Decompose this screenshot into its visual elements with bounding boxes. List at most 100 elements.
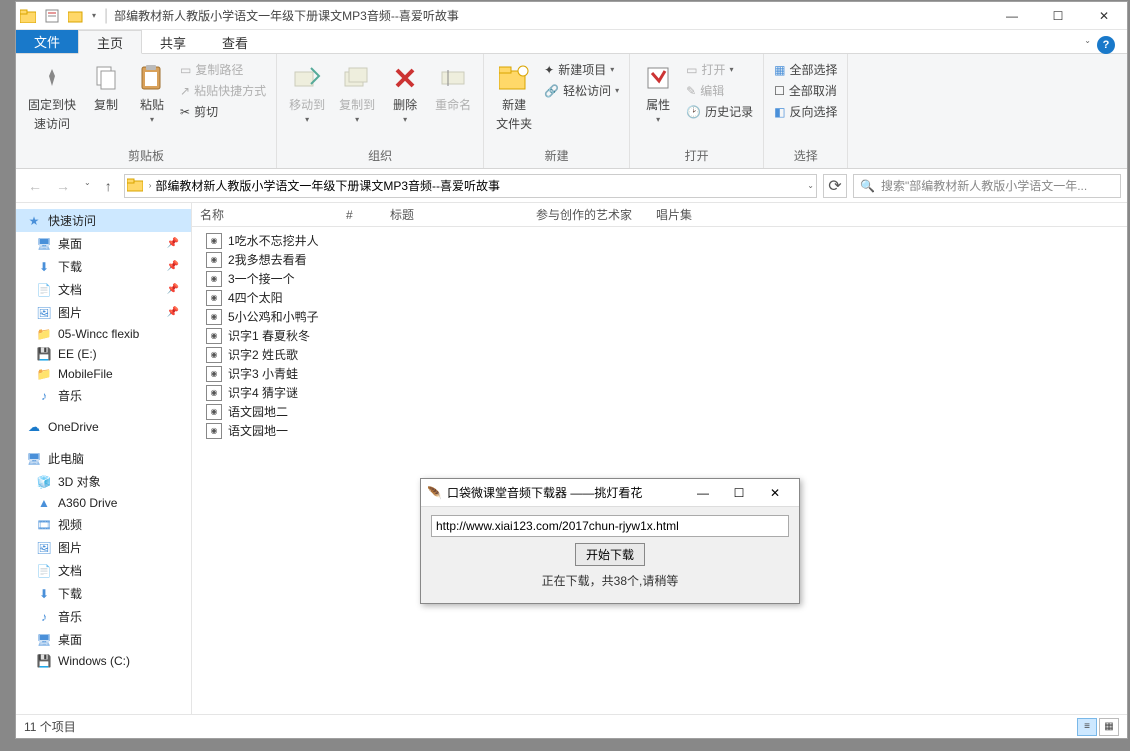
- qat-newfolder-icon[interactable]: [68, 8, 84, 24]
- newfolder-icon: [498, 62, 530, 94]
- col-artist[interactable]: 参与创作的艺术家: [528, 206, 648, 223]
- paste-shortcut-button[interactable]: ↗粘贴快捷方式: [176, 81, 270, 100]
- view-icons-button[interactable]: ▦: [1099, 718, 1119, 736]
- address-bar[interactable]: › 部编教材新人教版小学语文一年级下册课文MP3音频--喜爱听故事 ⌄: [124, 174, 817, 198]
- cut-button[interactable]: ✂剪切: [176, 102, 270, 121]
- sidebar-item[interactable]: 💾Windows (C:): [16, 651, 191, 671]
- audio-file-icon: ◉: [206, 252, 222, 268]
- sidebar-thispc[interactable]: 🖥此电脑: [16, 447, 191, 470]
- sidebar-item[interactable]: 📁MobileFile: [16, 364, 191, 384]
- view-details-button[interactable]: ≡: [1077, 718, 1097, 736]
- file-row[interactable]: ◉识字2 姓氏歌: [192, 345, 1127, 364]
- properties-icon: [642, 62, 674, 94]
- sidebar-item[interactable]: 📄文档📌: [16, 278, 191, 301]
- history-button[interactable]: 🕑历史记录: [682, 102, 757, 121]
- addr-dropdown-icon[interactable]: ⌄: [807, 181, 814, 190]
- refresh-button[interactable]: ⟳: [823, 174, 847, 198]
- col-title[interactable]: 标题: [382, 206, 528, 223]
- easy-access-button[interactable]: 🔗轻松访问▾: [540, 81, 623, 100]
- properties-button[interactable]: 属性▾: [636, 58, 680, 128]
- history-dropdown[interactable]: ⌄: [84, 178, 91, 194]
- search-box[interactable]: 🔍 搜索"部编教材新人教版小学语文一年...: [853, 174, 1121, 198]
- sidebar-item[interactable]: 🖼图片📌: [16, 301, 191, 324]
- file-row[interactable]: ◉语文园地二: [192, 402, 1127, 421]
- invert-selection-button[interactable]: ◧反向选择: [770, 102, 841, 121]
- dlg-close-button[interactable]: ✕: [757, 486, 793, 500]
- tab-share[interactable]: 共享: [142, 30, 204, 53]
- feather-icon: 🪶: [427, 486, 443, 500]
- file-row[interactable]: ◉识字3 小青蛙: [192, 364, 1127, 383]
- sidebar-item[interactable]: ⬇下载📌: [16, 255, 191, 278]
- invert-icon: ◧: [774, 105, 785, 119]
- sidebar-item[interactable]: ♪音乐: [16, 605, 191, 628]
- file-list[interactable]: ◉1吃水不忘挖井人◉2我多想去看看◉3一个接一个◉4四个太阳◉5小公鸡和小鸭子◉…: [192, 227, 1127, 714]
- tab-view[interactable]: 查看: [204, 30, 266, 53]
- edit-button[interactable]: ✎编辑: [682, 81, 757, 100]
- new-folder-button[interactable]: 新建文件夹: [490, 58, 538, 136]
- new-item-button[interactable]: ✦新建项目▾: [540, 60, 623, 79]
- sidebar-item[interactable]: ⬇下载: [16, 582, 191, 605]
- col-num[interactable]: #: [338, 208, 382, 222]
- item-icon: ♪: [36, 389, 52, 403]
- start-download-button[interactable]: 开始下载: [575, 543, 645, 566]
- nav-sidebar[interactable]: ★快速访问 🖥桌面📌⬇下载📌📄文档📌🖼图片📌📁05-Wincc flexib💾E…: [16, 203, 192, 714]
- sidebar-quickaccess[interactable]: ★快速访问: [16, 209, 191, 232]
- ribbon-collapse-icon[interactable]: ⌄: [1084, 36, 1091, 45]
- file-row[interactable]: ◉5小公鸡和小鸭子: [192, 307, 1127, 326]
- audio-file-icon: ◉: [206, 423, 222, 439]
- sidebar-item[interactable]: 🖼图片: [16, 536, 191, 559]
- select-none-button[interactable]: ☐全部取消: [770, 81, 841, 100]
- sidebar-onedrive[interactable]: ☁OneDrive: [16, 417, 191, 437]
- sidebar-item[interactable]: 💾EE (E:): [16, 344, 191, 364]
- copy-path-button[interactable]: ▭复制路径: [176, 60, 270, 79]
- file-row[interactable]: ◉3一个接一个: [192, 269, 1127, 288]
- up-button[interactable]: ↑: [105, 178, 112, 194]
- sidebar-item[interactable]: ▲A360 Drive: [16, 493, 191, 513]
- file-row[interactable]: ◉识字1 春夏秋冬: [192, 326, 1127, 345]
- item-icon: ♪: [36, 610, 52, 624]
- sidebar-item[interactable]: 🧊3D 对象: [16, 470, 191, 493]
- col-name[interactable]: 名称: [192, 206, 338, 223]
- file-row[interactable]: ◉4四个太阳: [192, 288, 1127, 307]
- rename-button[interactable]: 重命名: [429, 58, 477, 117]
- sidebar-item[interactable]: 📁05-Wincc flexib: [16, 324, 191, 344]
- sidebar-item[interactable]: 🖥桌面📌: [16, 232, 191, 255]
- file-row[interactable]: ◉识字4 猜字谜: [192, 383, 1127, 402]
- sidebar-item[interactable]: 🖥桌面: [16, 628, 191, 651]
- pc-icon: 🖥: [26, 452, 42, 466]
- pin-quickaccess-button[interactable]: 固定到快速访问: [22, 58, 82, 136]
- group-organize-label: 组织: [283, 145, 477, 166]
- file-row[interactable]: ◉1吃水不忘挖井人: [192, 231, 1127, 250]
- help-icon[interactable]: ?: [1097, 36, 1115, 54]
- qat-customize-icon[interactable]: ▾: [92, 11, 96, 20]
- select-all-button[interactable]: ▦全部选择: [770, 60, 841, 79]
- file-row[interactable]: ◉2我多想去看看: [192, 250, 1127, 269]
- copy-button[interactable]: 复制: [84, 58, 128, 117]
- item-icon: 🖼: [36, 306, 52, 320]
- minimize-button[interactable]: —: [989, 2, 1035, 30]
- forward-button[interactable]: →: [56, 178, 70, 194]
- dlg-minimize-button[interactable]: —: [685, 486, 721, 500]
- breadcrumb[interactable]: 部编教材新人教版小学语文一年级下册课文MP3音频--喜爱听故事: [155, 177, 500, 194]
- open-button[interactable]: ▭打开▾: [682, 60, 757, 79]
- sidebar-item[interactable]: 🎞视频: [16, 513, 191, 536]
- column-headers[interactable]: 名称 # 标题 参与创作的艺术家 唱片集: [192, 203, 1127, 227]
- copy-to-button[interactable]: 复制到▾: [333, 58, 381, 128]
- tab-file[interactable]: 文件: [16, 30, 78, 53]
- col-album[interactable]: 唱片集: [648, 206, 748, 223]
- item-icon: 💾: [36, 347, 52, 361]
- tab-home[interactable]: 主页: [78, 30, 142, 54]
- close-button[interactable]: ✕: [1081, 2, 1127, 30]
- delete-button[interactable]: 删除▾: [383, 58, 427, 128]
- move-to-button[interactable]: 移动到▾: [283, 58, 331, 128]
- sidebar-item[interactable]: 📄文档: [16, 559, 191, 582]
- maximize-button[interactable]: ☐: [1035, 2, 1081, 30]
- file-row[interactable]: ◉语文园地一: [192, 421, 1127, 440]
- qat-props-icon[interactable]: [44, 8, 60, 24]
- paste-button[interactable]: 粘贴▾: [130, 58, 174, 128]
- back-button[interactable]: ←: [28, 178, 42, 194]
- url-input[interactable]: [431, 515, 789, 537]
- sidebar-item[interactable]: ♪音乐: [16, 384, 191, 407]
- dlg-maximize-button[interactable]: ☐: [721, 486, 757, 500]
- easyaccess-icon: 🔗: [544, 84, 559, 98]
